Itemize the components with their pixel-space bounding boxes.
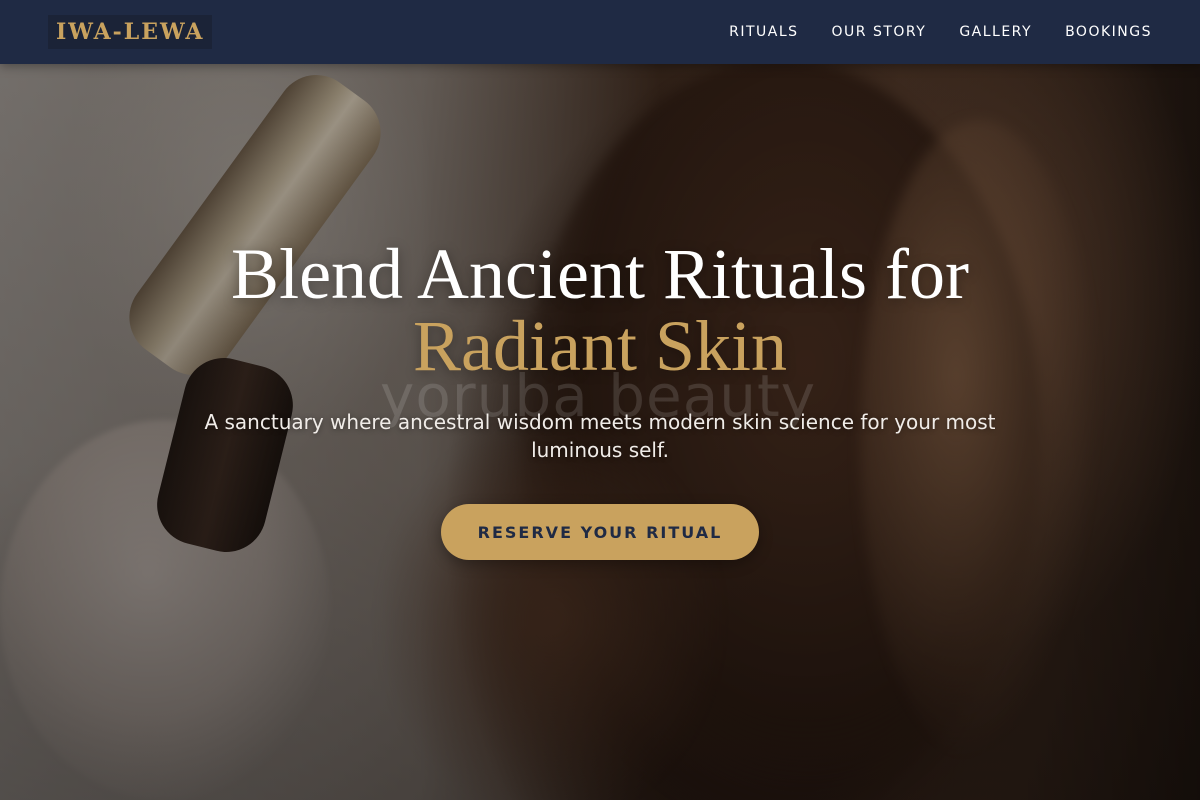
nav-link-bookings[interactable]: BOOKINGS (1065, 24, 1152, 40)
hero-section: Blend Ancient Rituals for Radiant Skin A… (0, 0, 1200, 800)
nav-link-rituals[interactable]: RITUALS (729, 24, 798, 40)
page: yoruba beauty IWA-LEWA RITUALS OUR STORY… (0, 0, 1200, 800)
hero-headline-line2: Radiant Skin (413, 306, 787, 386)
site-logo[interactable]: IWA-LEWA (48, 15, 213, 49)
hero-subtitle: A sanctuary where ancestral wisdom meets… (204, 410, 996, 462)
main-nav: RITUALS OUR STORY GALLERY BOOKINGS (729, 0, 1152, 64)
nav-link-our-story[interactable]: OUR STORY (832, 24, 927, 40)
hero-headline-line1: Blend Ancient Rituals for (231, 234, 969, 314)
reserve-ritual-button[interactable]: RESERVE YOUR RITUAL (441, 504, 759, 560)
hero-headline: Blend Ancient Rituals for Radiant Skin (0, 238, 1200, 382)
nav-link-gallery[interactable]: GALLERY (959, 24, 1032, 40)
top-navbar: IWA-LEWA RITUALS OUR STORY GALLERY BOOKI… (0, 0, 1200, 64)
